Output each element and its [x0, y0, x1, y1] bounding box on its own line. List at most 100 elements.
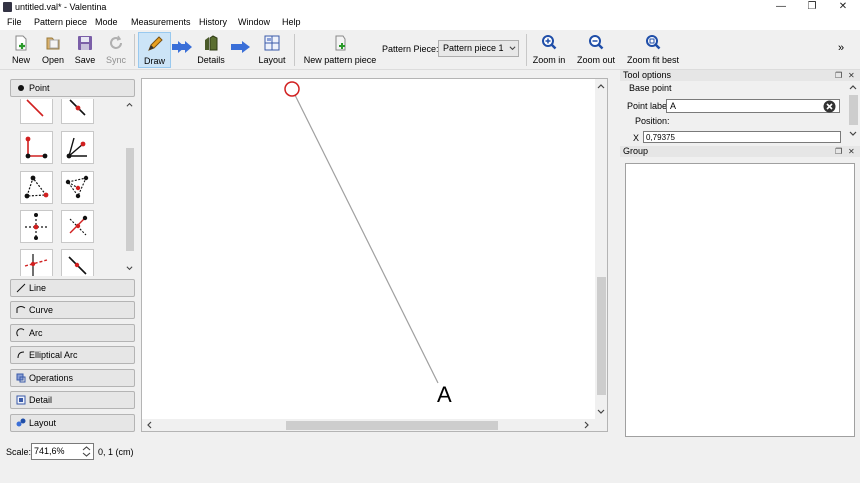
- zoom-out-icon: [589, 35, 604, 50]
- drawing-canvas[interactable]: A: [141, 78, 608, 432]
- zoom-in-button[interactable]: Zoom in: [530, 32, 568, 68]
- scroll-down-arrow-icon[interactable]: [597, 408, 605, 416]
- drawing-scene: [284, 81, 439, 384]
- layout-sheet-icon: [264, 35, 280, 51]
- scroll-down-arrow-icon[interactable]: [849, 130, 857, 138]
- tool-normal-point-icon[interactable]: [20, 131, 53, 164]
- menu-help[interactable]: Help: [282, 16, 301, 28]
- new-pattern-piece-label: New pattern piece: [303, 55, 377, 65]
- tool-options-scroll-thumb[interactable]: [849, 95, 858, 125]
- draw-mode-label: Draw: [143, 56, 165, 66]
- new-pattern-piece-icon: [335, 35, 346, 51]
- menu-history[interactable]: History: [199, 16, 227, 28]
- dock-float-icon[interactable]: ❐: [835, 146, 842, 157]
- dock-close-icon[interactable]: ✕: [848, 146, 855, 157]
- dock-close-icon[interactable]: ✕: [848, 70, 855, 81]
- canvas-vertical-scrollbar[interactable]: [595, 79, 607, 419]
- tool-line-point-icon[interactable]: [20, 99, 53, 124]
- pattern-piece-select-value: Pattern piece 1: [443, 43, 504, 53]
- tool-bisector-icon[interactable]: [61, 131, 94, 164]
- flow-arrow-icon: [231, 41, 250, 53]
- tool-box-panel: Point Line Curve Arc Elliptical Arc Oper…: [8, 78, 137, 434]
- pattern-piece-select[interactable]: Pattern piece 1: [438, 40, 519, 57]
- toolbar-overflow-button[interactable]: »: [838, 42, 844, 54]
- flow-arrow-icon: [172, 41, 192, 53]
- curve-group-label: Curve: [29, 305, 54, 315]
- arc-icon: [16, 328, 25, 337]
- scroll-up-arrow-icon[interactable]: [849, 83, 857, 91]
- curve-tools-group-button[interactable]: Curve: [10, 301, 135, 319]
- tool-height-icon[interactable]: [61, 210, 94, 243]
- point-name-label[interactable]: A: [437, 383, 452, 407]
- menu-pattern-piece[interactable]: Pattern piece: [34, 16, 87, 28]
- scale-caption: Scale:: [6, 447, 32, 457]
- point-group-label: Point: [29, 83, 50, 93]
- layout-tools-group-button[interactable]: Layout: [10, 414, 135, 432]
- menu-window[interactable]: Window: [238, 16, 270, 28]
- canvas-horizontal-scrollbar[interactable]: [142, 419, 607, 431]
- title-bar: untitled.val* - Valentina — ❐ ✕: [0, 0, 860, 14]
- operations-tools-group-button[interactable]: Operations: [10, 369, 135, 387]
- zoom-fit-best-button[interactable]: Zoom fit best: [624, 32, 682, 68]
- details-mode-button[interactable]: Details: [194, 32, 228, 68]
- point-tools-group-button[interactable]: Point: [10, 79, 135, 97]
- window-title: untitled.val* - Valentina: [15, 2, 107, 12]
- minimize-button[interactable]: —: [766, 0, 796, 14]
- toolbar-separator: [526, 34, 527, 66]
- scroll-up-arrow-icon[interactable]: [126, 101, 133, 108]
- zoom-out-label: Zoom out: [576, 55, 616, 65]
- canvas-vertical-scroll-thumb[interactable]: [597, 277, 606, 395]
- menu-file[interactable]: File: [7, 16, 22, 28]
- draw-mode-button[interactable]: Draw: [138, 32, 171, 68]
- tool-curve-intersect-axis-icon[interactable]: [61, 249, 94, 276]
- group-list[interactable]: [625, 163, 855, 437]
- new-pattern-piece-button[interactable]: New pattern piece: [301, 32, 379, 68]
- tool-triangle-point-icon[interactable]: [61, 171, 94, 204]
- scroll-left-arrow-icon[interactable]: [145, 421, 153, 429]
- sync-icon: [110, 35, 122, 49]
- arc-tools-group-button[interactable]: Arc: [10, 324, 135, 342]
- base-point-marker[interactable]: [284, 81, 300, 97]
- canvas-horizontal-scroll-thumb[interactable]: [286, 421, 498, 430]
- zoom-fit-best-label: Zoom fit best: [626, 55, 680, 65]
- group-dock-title: Group ❐ ✕: [620, 146, 860, 157]
- dock-float-icon[interactable]: ❐: [835, 70, 842, 81]
- scroll-up-arrow-icon[interactable]: [597, 82, 605, 90]
- point-label-input[interactable]: A: [666, 99, 840, 113]
- pencil-ruler-icon: [147, 36, 163, 51]
- zoom-fit-icon: [646, 35, 661, 50]
- sync-button[interactable]: Sync: [102, 32, 130, 68]
- scroll-down-arrow-icon[interactable]: [126, 265, 133, 272]
- zoom-out-button[interactable]: Zoom out: [574, 32, 618, 68]
- tool-along-line-icon[interactable]: [61, 99, 94, 124]
- layout-mode-button[interactable]: Layout: [254, 32, 290, 68]
- open-button[interactable]: Open: [38, 32, 68, 68]
- tool-grid-scrollbar[interactable]: [125, 99, 134, 276]
- close-button[interactable]: ✕: [828, 0, 858, 14]
- tool-point-of-contact-icon[interactable]: [20, 210, 53, 243]
- scroll-right-arrow-icon[interactable]: [583, 421, 591, 429]
- scale-spinbox[interactable]: 741,6%: [31, 443, 94, 460]
- tool-grid-scroll-thumb[interactable]: [126, 148, 134, 251]
- toolbar-separator: [134, 34, 135, 66]
- tool-shoulder-point-icon[interactable]: [20, 171, 53, 204]
- new-button-label: New: [11, 55, 30, 65]
- elliptical-arc-tools-group-button[interactable]: Elliptical Arc: [10, 346, 135, 364]
- new-button[interactable]: New: [6, 32, 36, 68]
- menu-mode[interactable]: Mode: [95, 16, 118, 28]
- tool-options-scrollbar[interactable]: [847, 81, 859, 143]
- detail-tools-group-button[interactable]: Detail: [10, 391, 135, 409]
- spin-arrows-icon[interactable]: [82, 445, 91, 458]
- save-button[interactable]: Save: [70, 32, 100, 68]
- tool-line-intersect-axis-icon[interactable]: [20, 249, 53, 276]
- clear-input-icon[interactable]: [823, 100, 836, 113]
- x-position-spinbox[interactable]: 0,79375: [643, 131, 841, 143]
- base-point-section-title: Base point: [629, 83, 672, 93]
- menu-measurements[interactable]: Measurements: [131, 16, 191, 28]
- point-label-caption: Point label:: [627, 101, 672, 111]
- chevron-down-icon: [509, 46, 516, 51]
- x-caption: X: [633, 133, 640, 143]
- pattern-piece-caption: Pattern Piece:: [382, 44, 439, 54]
- line-tools-group-button[interactable]: Line: [10, 279, 135, 297]
- maximize-button[interactable]: ❐: [797, 0, 827, 14]
